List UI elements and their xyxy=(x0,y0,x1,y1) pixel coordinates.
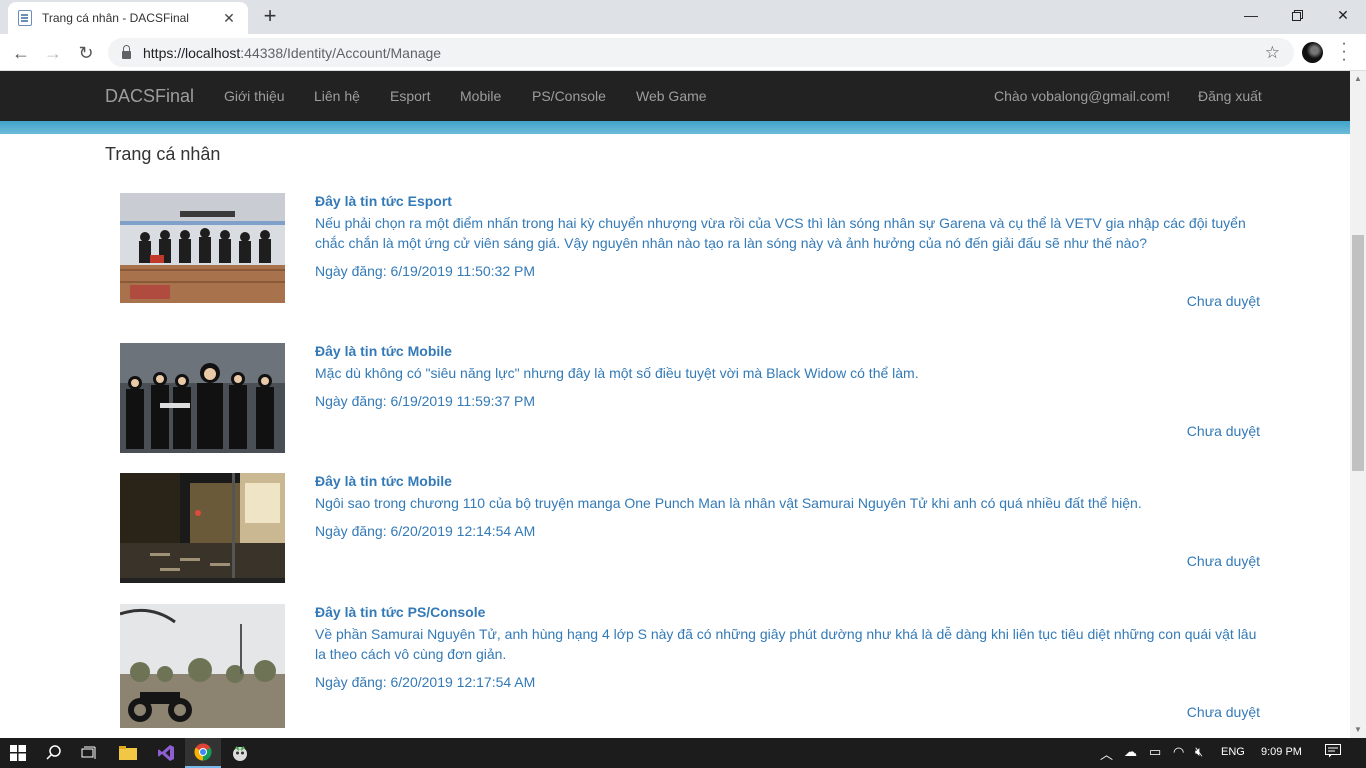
browser-menu-icon[interactable]: · · · xyxy=(1338,36,1350,68)
nav-link-ps-console[interactable]: PS/Console xyxy=(532,88,606,104)
site-brand-link[interactable]: DACSFinal xyxy=(105,86,194,107)
restore-window-icon[interactable] xyxy=(1274,0,1320,30)
post-date: Ngày đăng: 6/20/2019 12:17:54 AM xyxy=(315,674,536,690)
action-center-icon[interactable] xyxy=(1325,744,1341,761)
post-thumbnail[interactable] xyxy=(120,604,285,728)
post-description: Ngôi sao trong chương 110 của bộ truyện … xyxy=(315,495,1142,511)
language-indicator[interactable]: ENG xyxy=(1221,746,1245,758)
new-tab-button[interactable]: + xyxy=(258,5,282,27)
post-item: Đây là tin tức Mobile Ngôi sao trong chư… xyxy=(120,473,1260,593)
visual-studio-icon[interactable] xyxy=(148,738,184,768)
post-thumbnail[interactable] xyxy=(120,343,285,453)
close-window-icon[interactable]: ✕ xyxy=(1320,0,1366,30)
address-bar[interactable]: https://localhost:44338/Identity/Account… xyxy=(108,38,1294,67)
chrome-taskbar-icon[interactable] xyxy=(185,738,221,768)
bookmark-star-icon[interactable]: ☆ xyxy=(1265,43,1280,63)
app-taskbar-icon[interactable] xyxy=(222,738,258,768)
windows-taskbar: ︿ ☁ ▭ ◠ 🔇︎ ENG 9:09 PM xyxy=(0,738,1366,768)
scroll-down-icon[interactable]: ▼ xyxy=(1354,725,1362,734)
back-arrow-icon[interactable]: ← xyxy=(8,40,34,66)
windows-start-icon[interactable] xyxy=(0,738,36,768)
lock-icon xyxy=(122,44,131,59)
clock[interactable]: 9:09 PM xyxy=(1261,746,1302,758)
search-icon[interactable] xyxy=(36,738,72,768)
post-thumbnail[interactable] xyxy=(120,193,285,303)
post-status-link[interactable]: Chưa duyệt xyxy=(1187,293,1260,309)
browser-toolbar: ← → ↻ https://localhost:44338/Identity/A… xyxy=(0,34,1366,71)
browser-tab-strip: Trang cá nhân - DACSFinal ✕ + — ✕ xyxy=(0,0,1366,34)
reload-icon[interactable]: ↻ xyxy=(73,40,99,66)
post-description: Mặc dù không có "siêu năng lực" nhưng đâ… xyxy=(315,365,919,381)
post-title-link[interactable]: Đây là tin tức Esport xyxy=(315,193,452,209)
tab-close-icon[interactable]: ✕ xyxy=(220,10,238,27)
post-title-link[interactable]: Đây là tin tức Mobile xyxy=(315,473,452,489)
post-date: Ngày đăng: 6/20/2019 12:14:54 AM xyxy=(315,523,536,539)
post-title-link[interactable]: Đây là tin tức PS/Console xyxy=(315,604,485,620)
post-item: Đây là tin tức Esport Nếu phải chọn ra m… xyxy=(120,193,1260,313)
task-view-icon[interactable] xyxy=(72,738,108,768)
post-title-link[interactable]: Đây là tin tức Mobile xyxy=(315,343,452,359)
user-greeting-link[interactable]: Chào vobalong@gmail.com! xyxy=(994,88,1170,104)
nav-link-esport[interactable]: Esport xyxy=(390,88,430,104)
page-favicon-icon xyxy=(18,10,32,26)
header-stripe xyxy=(0,121,1350,134)
web-page: DACSFinal Giới thiệu Liên hệ Esport Mobi… xyxy=(0,71,1350,738)
onedrive-icon[interactable]: ☁ xyxy=(1124,744,1137,760)
volume-muted-icon[interactable]: 🔇︎ xyxy=(1195,744,1203,760)
scroll-up-icon[interactable]: ▲ xyxy=(1354,74,1362,83)
post-status-link[interactable]: Chưa duyệt xyxy=(1187,553,1260,569)
nav-link-lien-he[interactable]: Liên hệ xyxy=(314,88,360,104)
file-explorer-icon[interactable] xyxy=(110,738,146,768)
url-path: :44338/Identity/Account/Manage xyxy=(240,44,442,61)
battery-icon[interactable]: ▭ xyxy=(1149,744,1161,760)
post-item: Đây là tin tức PS/Console Về phần Samura… xyxy=(120,604,1260,728)
minimize-window-icon[interactable]: — xyxy=(1228,0,1274,30)
post-date: Ngày đăng: 6/19/2019 11:59:37 PM xyxy=(315,393,536,409)
url-host: https://localhost xyxy=(143,44,241,61)
post-item: Đây là tin tức Mobile Mặc dù không có "s… xyxy=(120,343,1260,463)
forward-arrow-icon[interactable]: → xyxy=(40,40,66,66)
post-thumbnail[interactable] xyxy=(120,473,285,583)
site-navbar: DACSFinal Giới thiệu Liên hệ Esport Mobi… xyxy=(0,71,1350,121)
wifi-icon[interactable]: ◠ xyxy=(1173,744,1184,760)
show-hidden-icons-icon[interactable]: ︿ xyxy=(1100,744,1113,763)
logout-link[interactable]: Đăng xuất xyxy=(1198,88,1262,104)
url-text: https://localhost:44338/Identity/Account… xyxy=(143,45,441,61)
tab-title: Trang cá nhân - DACSFinal xyxy=(42,11,189,25)
post-status-link[interactable]: Chưa duyệt xyxy=(1187,704,1260,720)
browser-tab[interactable]: Trang cá nhân - DACSFinal ✕ xyxy=(8,2,248,34)
nav-link-mobile[interactable]: Mobile xyxy=(460,88,501,104)
post-description: Nếu phải chọn ra một điểm nhấn trong hai… xyxy=(315,215,1246,251)
profile-avatar[interactable] xyxy=(1302,42,1323,63)
scrollbar-thumb[interactable] xyxy=(1352,235,1364,471)
nav-link-web-game[interactable]: Web Game xyxy=(636,88,707,104)
nav-link-gioi-thieu[interactable]: Giới thiệu xyxy=(224,88,285,104)
post-status-link[interactable]: Chưa duyệt xyxy=(1187,423,1260,439)
page-scrollbar[interactable]: ▲ ▼ xyxy=(1350,71,1366,738)
post-description: Về phần Samurai Nguyên Tử, anh hùng hạng… xyxy=(315,626,1257,662)
page-title: Trang cá nhân xyxy=(105,144,221,164)
post-date: Ngày đăng: 6/19/2019 11:50:32 PM xyxy=(315,263,536,279)
